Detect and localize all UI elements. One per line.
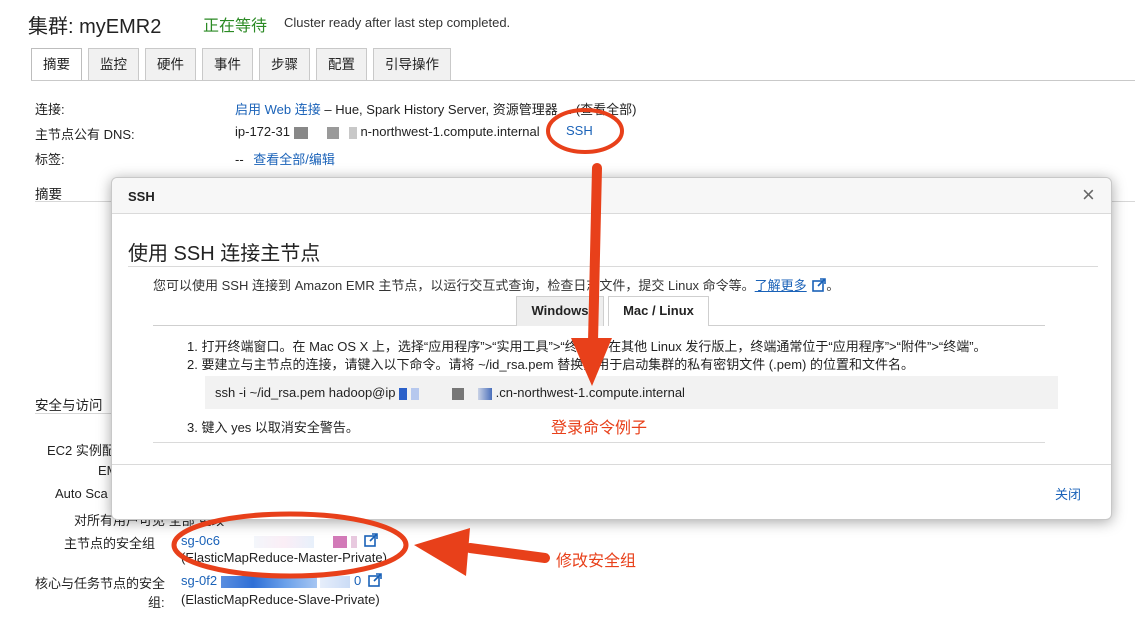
annotation-layer [171,108,624,579]
left-arrow-shaft [465,543,550,563]
annotation-modify-security-group: 修改安全组 [556,553,637,570]
security-group-highlight-circle [171,511,409,579]
down-arrow-head [571,338,612,386]
down-arrow-shaft [588,163,602,347]
left-arrow-head [414,528,470,576]
annotation-command-example: 登录命令例子 [551,420,648,437]
ssh-highlight-circle [546,108,624,154]
